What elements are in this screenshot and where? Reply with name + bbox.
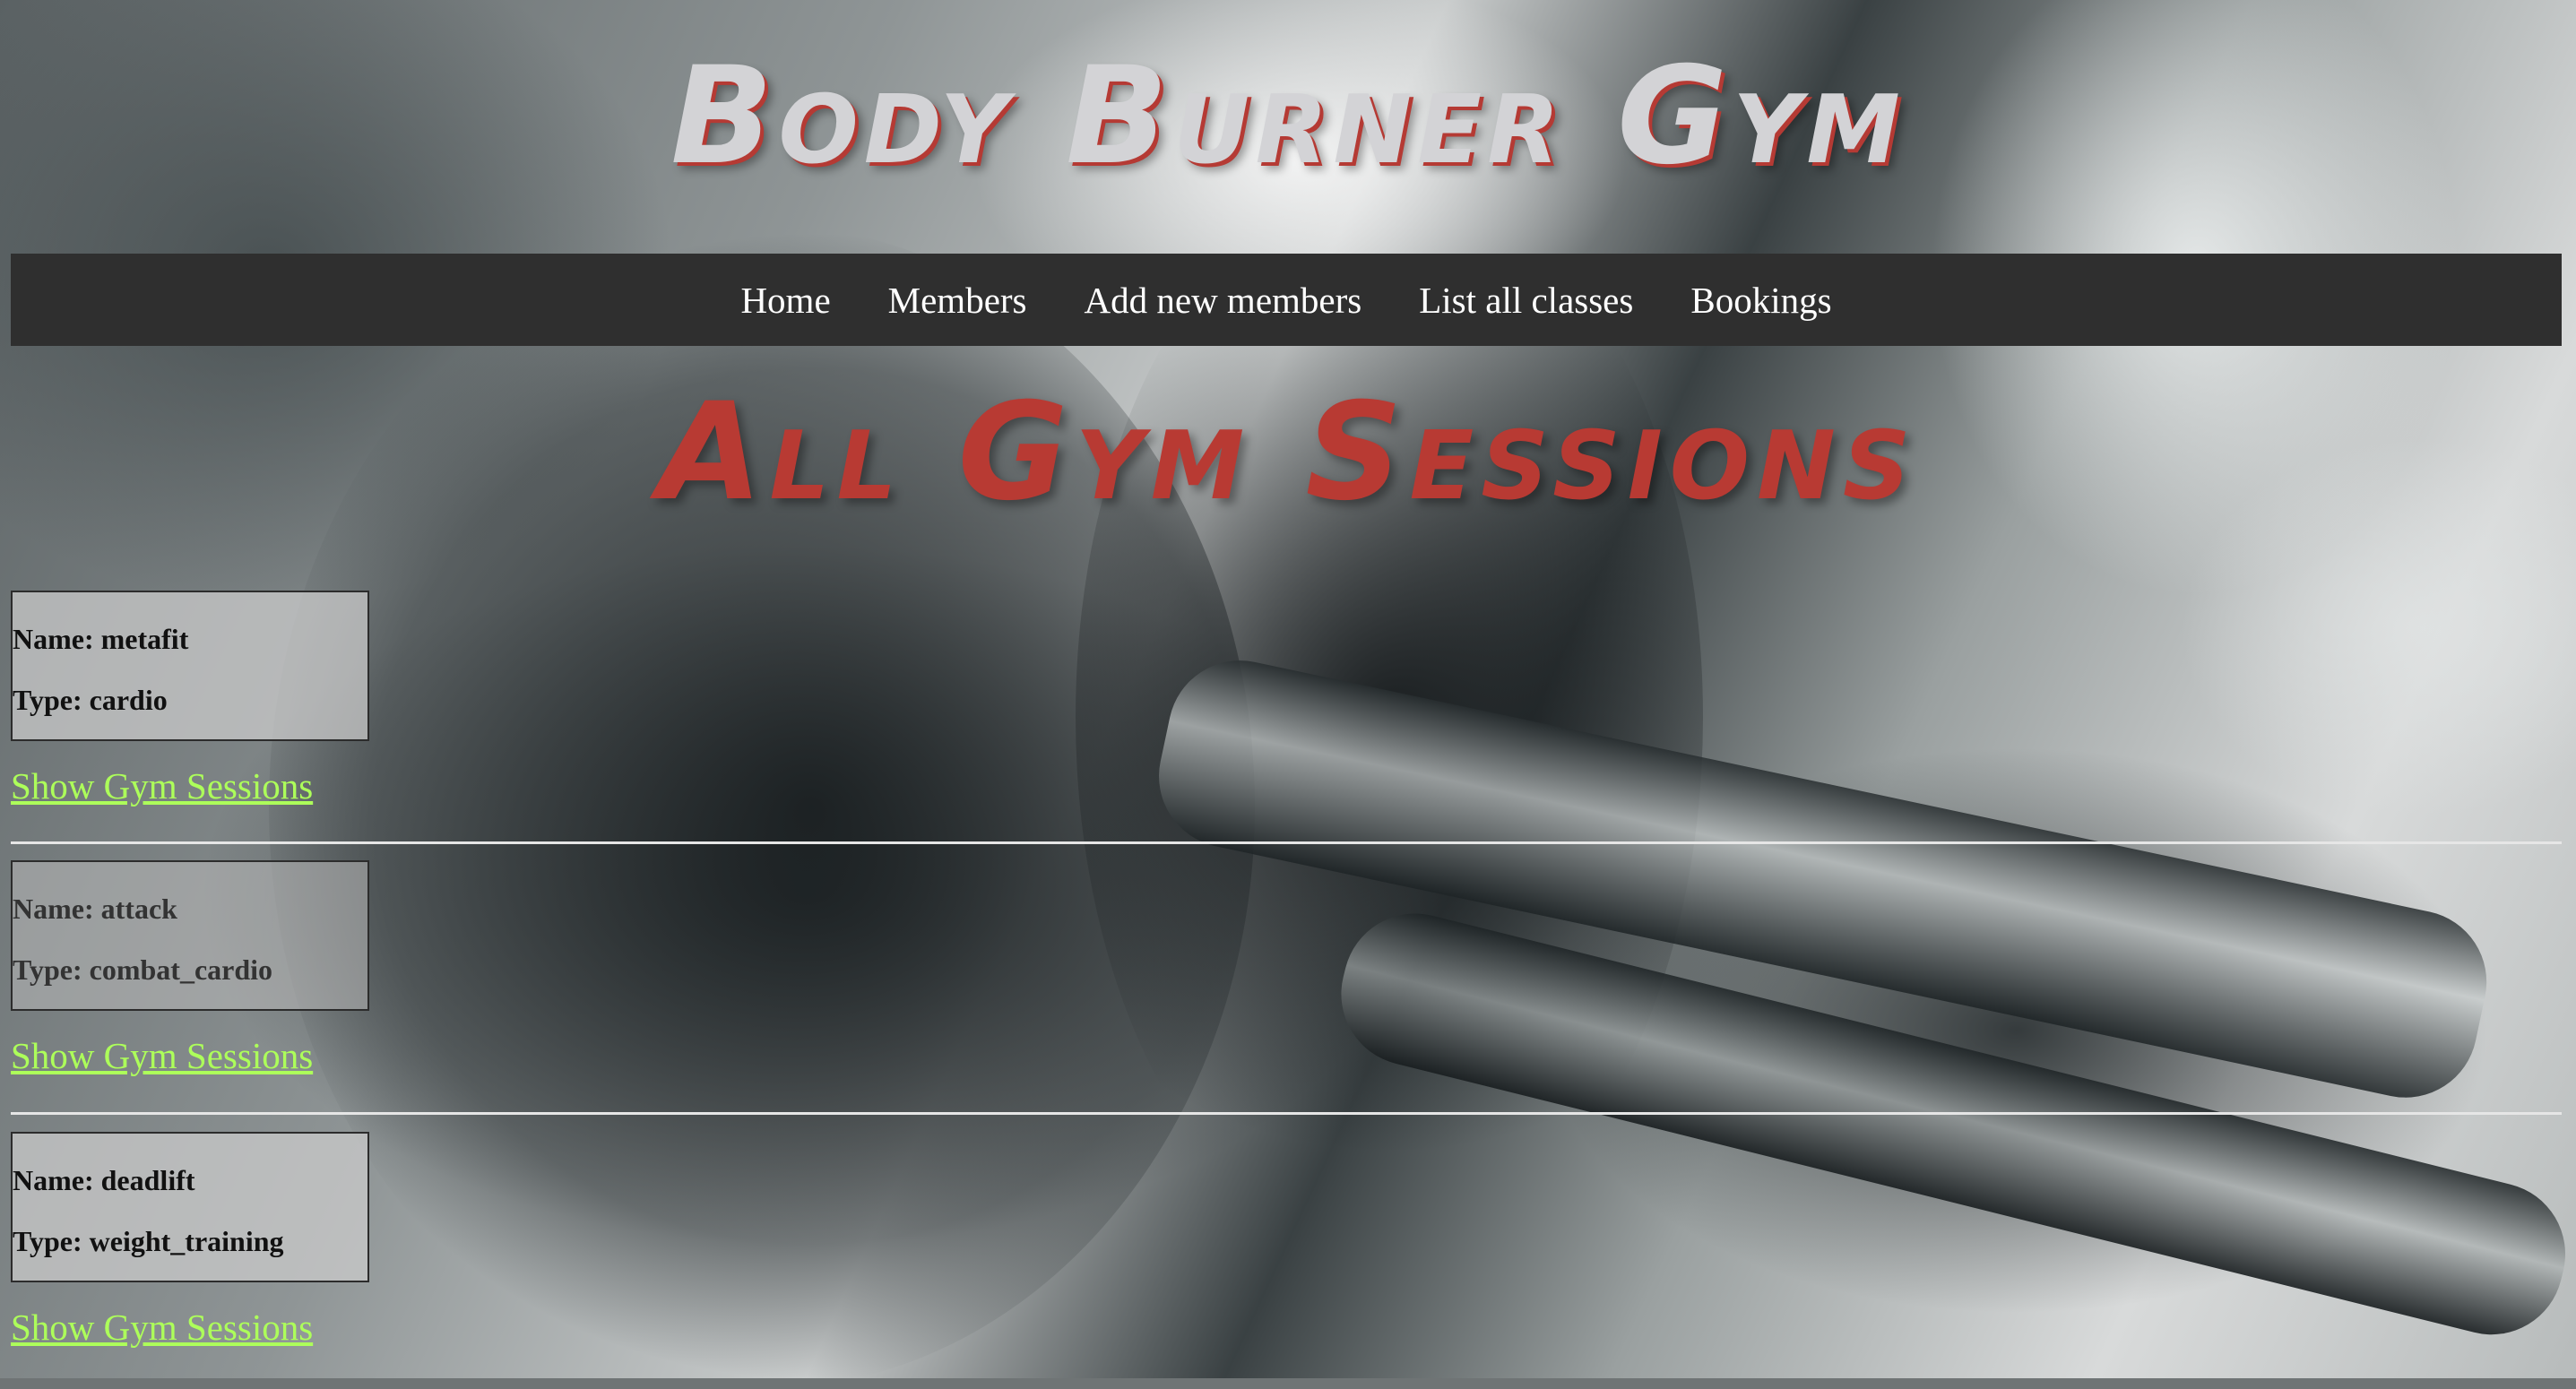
nav-members-link[interactable]: Members xyxy=(888,279,1027,322)
session-name: Name: deadlift xyxy=(13,1164,195,1196)
show-gym-sessions-link[interactable]: Show Gym Sessions xyxy=(11,1038,313,1074)
show-gym-sessions-link[interactable]: Show Gym Sessions xyxy=(11,1309,313,1346)
session-item: Name: deadlift Type: weight_training Sho… xyxy=(11,1132,2562,1346)
nav-bookings-link[interactable]: Bookings xyxy=(1690,279,1831,322)
divider xyxy=(11,841,2562,844)
session-type: Type: combat_cardio xyxy=(13,953,273,986)
session-name: Name: attack xyxy=(13,893,177,925)
session-card: Name: metafit Type: cardio xyxy=(11,591,369,741)
divider xyxy=(11,1112,2562,1115)
site-title: Body Burner Gym xyxy=(670,39,1906,194)
session-type: Type: weight_training xyxy=(13,1225,284,1257)
session-name: Name: metafit xyxy=(13,623,189,655)
main-nav: Home Members Add new members List all cl… xyxy=(11,254,2562,346)
nav-home-link[interactable]: Home xyxy=(740,279,830,322)
session-item: Name: attack Type: combat_cardio Show Gy… xyxy=(11,860,2562,1074)
show-gym-sessions-link[interactable]: Show Gym Sessions xyxy=(11,768,313,805)
session-card: Name: attack Type: combat_cardio xyxy=(11,860,369,1011)
nav-add-new-members-link[interactable]: Add new members xyxy=(1085,279,1362,322)
page-title: All Gym Sessions xyxy=(658,375,1918,531)
session-type: Type: cardio xyxy=(13,684,168,716)
session-card: Name: deadlift Type: weight_training xyxy=(11,1132,369,1282)
nav-list-all-classes-link[interactable]: List all classes xyxy=(1419,279,1633,322)
session-item: Name: metafit Type: cardio Show Gym Sess… xyxy=(11,591,2562,805)
